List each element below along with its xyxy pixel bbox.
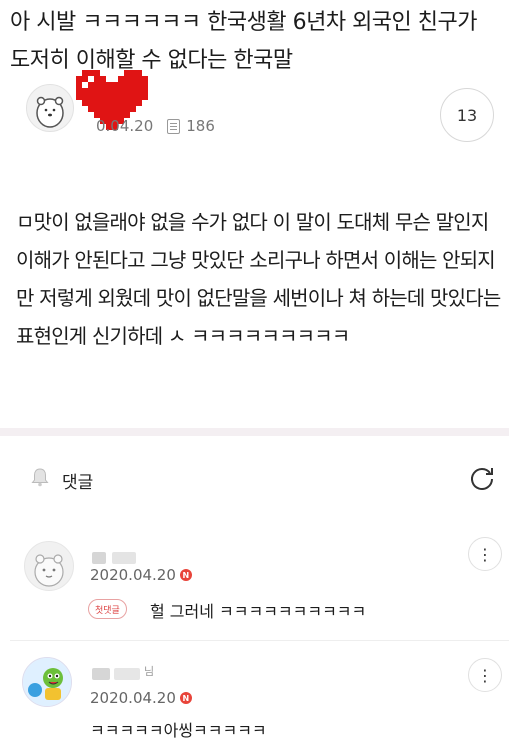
- comment-count-button[interactable]: 13: [440, 88, 494, 142]
- more-vertical-icon[interactable]: ⋮: [468, 658, 502, 692]
- more-vertical-icon[interactable]: ⋮: [468, 537, 502, 571]
- document-icon: [167, 118, 181, 134]
- view-count: 186: [186, 117, 215, 135]
- commenter-name-extra: [114, 668, 140, 680]
- comment-text: ㅋㅋㅋㅋㅋ아씽ㅋㅋㅋㅋㅋ: [90, 721, 267, 740]
- comment-separator: [10, 640, 509, 641]
- comment-avatar[interactable]: [24, 541, 74, 591]
- cartoon-character-avatar-icon: [23, 658, 71, 706]
- comment-date-text: 2020.04.20: [90, 689, 176, 707]
- first-comment-tag: 첫댓글: [88, 599, 127, 619]
- post-body: ㅁ맛이 없을래야 없을 수가 없다 이 말이 도대체 무슨 말인지 이해가 안된…: [16, 210, 501, 348]
- comment-text: 헐 그러네 ㅋㅋㅋㅋㅋㅋㅋㅋㅋㅋ: [150, 602, 367, 621]
- refresh-icon[interactable]: [468, 464, 496, 496]
- author-avatar[interactable]: [26, 84, 74, 132]
- comment-avatar[interactable]: [22, 657, 72, 707]
- new-badge: N: [179, 692, 192, 704]
- post-meta: 0.04.20 186: [96, 117, 215, 135]
- commenter-name: [92, 552, 106, 564]
- comment-date: 2020.04.20 N: [90, 566, 192, 584]
- polar-bear-avatar-icon: [36, 96, 64, 128]
- commenter-name-extra: [112, 552, 136, 564]
- polar-bear-avatar-icon: [34, 554, 64, 587]
- post-date: 0.04.20: [96, 117, 154, 135]
- comment-date: 2020.04.20 N: [90, 689, 192, 707]
- commenter-name-partial: 님: [144, 665, 155, 678]
- comments-label: 댓글: [62, 473, 94, 493]
- bell-icon[interactable]: [30, 466, 50, 492]
- new-badge: N: [179, 569, 192, 581]
- commenter-name: [92, 668, 110, 680]
- section-divider: [0, 428, 509, 436]
- comment-date-text: 2020.04.20: [90, 566, 176, 584]
